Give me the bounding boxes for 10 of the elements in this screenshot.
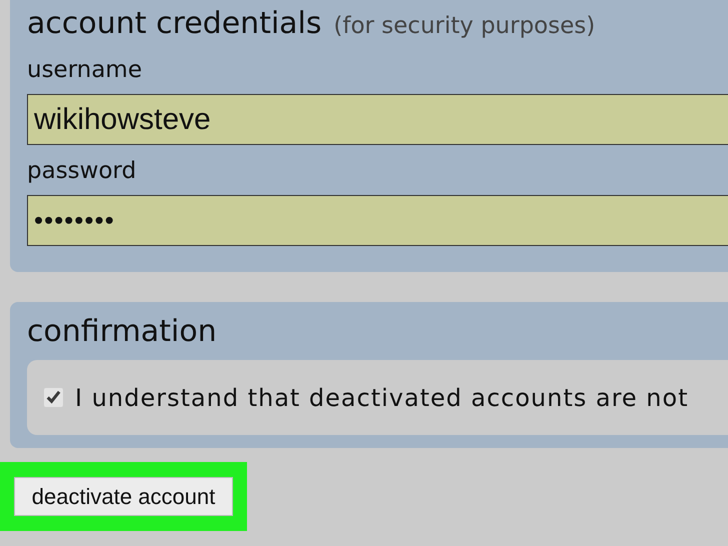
username-field[interactable]: wikihowsteve (27, 94, 728, 145)
password-label: password (27, 157, 138, 185)
checkbox-label: I understand that deactivated accounts are not (75, 384, 688, 412)
password-field[interactable]: •••••••• (27, 195, 728, 246)
username-label: username (27, 56, 143, 84)
section-title: confirmation (27, 313, 218, 351)
deactivate-button[interactable]: deactivate account (14, 477, 233, 516)
checkbox[interactable] (44, 388, 63, 407)
section-subtitle: (for security purposes) (334, 13, 596, 39)
section-title: account credentials (27, 5, 322, 43)
